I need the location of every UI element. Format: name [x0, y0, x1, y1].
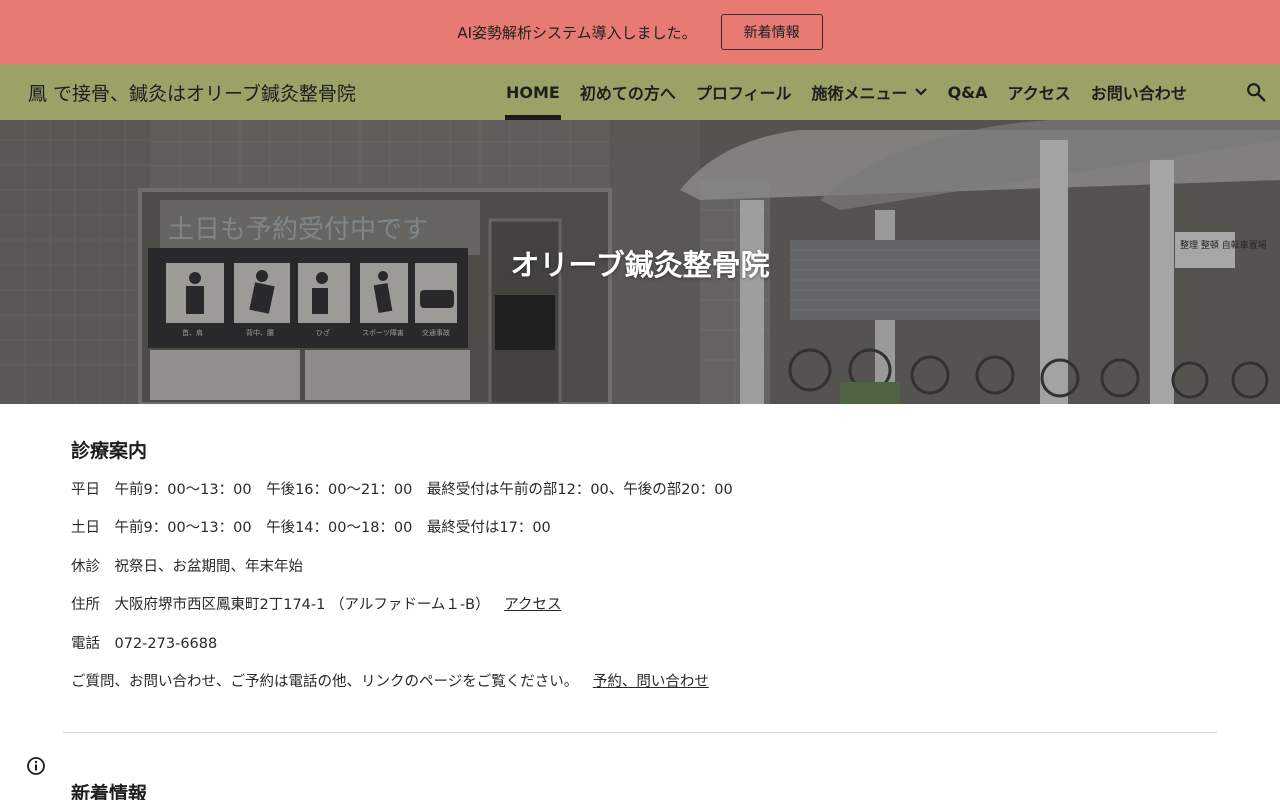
hours-weekday: 平日 午前9：00〜13：00 午後16：00〜21：00 最終受付は午前の部1…	[71, 482, 733, 498]
clinic-info-title: 診療案内	[71, 440, 148, 462]
main-nav: HOME 初めての方へ プロフィール 施術メニュー Q&A アクセス お問い合わ…	[496, 64, 1197, 120]
hours-weekend: 土日 午前9：00〜13：00 午後14：00〜18：00 最終受付は17：00	[71, 520, 551, 536]
news-section-title: 新着情報	[71, 783, 148, 800]
nav-item-treatment-menu-label: 施術メニュー	[811, 84, 908, 103]
address-line: 住所 大阪府堺市西区鳳東町2丁174-1 （アルファドーム１-B） アクセス	[71, 593, 561, 614]
site-header: 鳳 で接骨、鍼灸はオリーブ鍼灸整骨院 HOME 初めての方へ プロフィール 施術…	[0, 64, 1280, 120]
clinic-info-section: 診療案内	[71, 436, 1211, 463]
section-divider	[63, 732, 1217, 733]
announcement-text: AI姿勢解析システム導入しました。	[457, 23, 697, 42]
inquiry-line: ご質問、お問い合わせ、ご予約は電話の他、リンクのページをご覧ください。 予約、問…	[71, 670, 709, 691]
search-icon[interactable]	[1245, 81, 1267, 103]
nav-item-home[interactable]: HOME	[496, 64, 570, 120]
info-icon[interactable]	[26, 756, 46, 776]
hero-banner: 土日も予約受付中です 首、肩 背中、腰 ひざ スポーツ障害 交通事故 整理 整頓…	[0, 120, 1280, 404]
nav-item-contact[interactable]: お問い合わせ	[1081, 64, 1197, 120]
nav-item-qa[interactable]: Q&A	[938, 64, 998, 120]
nav-item-first-visit[interactable]: 初めての方へ	[570, 64, 686, 120]
site-title[interactable]: 鳳 で接骨、鍼灸はオリーブ鍼灸整骨院	[28, 79, 356, 106]
inquiry-text: ご質問、お問い合わせ、ご予約は電話の他、リンクのページをご覧ください。	[71, 674, 579, 690]
nav-item-profile[interactable]: プロフィール	[686, 64, 802, 120]
chevron-down-icon[interactable]	[914, 87, 928, 97]
nav-item-treatment-menu[interactable]: 施術メニュー	[802, 64, 938, 120]
nav-item-access[interactable]: アクセス	[998, 64, 1081, 120]
announcement-bar: AI姿勢解析システム導入しました。 新着情報	[0, 0, 1280, 64]
news-button[interactable]: 新着情報	[720, 14, 823, 50]
closed-days: 休診 祝祭日、お盆期間、年末年始	[71, 559, 303, 575]
phone-line: 電話 072-273-6688	[71, 636, 218, 652]
access-link[interactable]: アクセス	[504, 597, 561, 613]
hero-title: オリーブ鍼灸整骨院	[510, 248, 770, 282]
address-text: 住所 大阪府堺市西区鳳東町2丁174-1 （アルファドーム１-B）	[71, 597, 490, 613]
reservation-link[interactable]: 予約、問い合わせ	[593, 674, 709, 690]
